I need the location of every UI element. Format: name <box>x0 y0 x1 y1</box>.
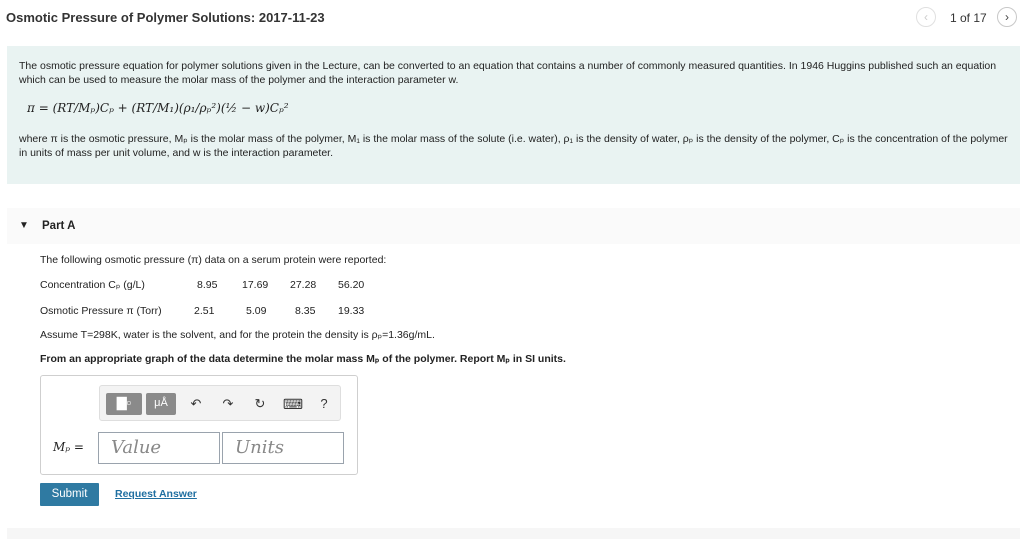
assignment-title: Osmotic Pressure of Polymer Solutions: 2… <box>6 10 325 25</box>
data-intro: The following osmotic pressure (π) data … <box>40 254 387 266</box>
undo-icon[interactable]: ↶ <box>186 394 206 414</box>
reset-icon[interactable]: ↻ <box>250 394 270 414</box>
math-toolbar: ▇▫ μÅ ↶ ↷ ↻ ⌨ ? <box>99 385 341 421</box>
row-label: Osmotic Pressure π (Torr) <box>40 305 162 317</box>
submit-button[interactable]: Submit <box>40 483 99 506</box>
units-input[interactable]: Units <box>222 432 344 464</box>
header-bar: Osmotic Pressure of Polymer Solutions: 2… <box>0 0 1024 36</box>
previous-icon[interactable]: ‹ <box>916 7 936 27</box>
templates-icon[interactable]: ▇▫ <box>106 393 142 415</box>
table-cell: 17.69 <box>242 279 269 291</box>
redo-icon[interactable]: ↷ <box>218 394 238 414</box>
page-counter: 1 of 17 <box>950 11 987 25</box>
table-cell: 5.09 <box>246 305 267 317</box>
table-cell: 19.33 <box>338 305 365 317</box>
question-text: From an appropriate graph of the data de… <box>40 353 566 365</box>
table-cell: 27.28 <box>290 279 317 291</box>
keyboard-icon[interactable]: ⌨ <box>282 394 304 414</box>
part-a-header[interactable]: ▼ Part A <box>7 208 1020 244</box>
intro-panel: The osmotic pressure equation for polyme… <box>7 46 1020 184</box>
collapse-caret-icon[interactable]: ▼ <box>19 220 29 231</box>
help-icon[interactable]: ? <box>314 394 334 414</box>
value-input[interactable]: Value <box>98 432 220 464</box>
table-cell: 56.20 <box>338 279 365 291</box>
request-answer-link[interactable]: Request Answer <box>115 488 197 500</box>
variable-definitions: where π is the osmotic pressure, Mₚ is t… <box>19 133 1008 159</box>
part-title: Part A <box>42 220 76 232</box>
answer-box: ▇▫ μÅ ↶ ↷ ↻ ⌨ ? Mₚ = Value Units <box>40 375 358 475</box>
huggins-equation: π = (RT/Mₚ)Cₚ + (RT/M₁)(ρ₁/ρₚ²)(½ − w)Cₚ… <box>27 101 289 115</box>
mp-label: Mₚ = <box>53 440 84 454</box>
table-cell: 8.95 <box>197 279 218 291</box>
row-label: Concentration Cₚ (g/L) <box>40 279 145 291</box>
table-cell: 8.35 <box>295 305 316 317</box>
assumption-text: Assume T=298K, water is the solvent, and… <box>40 329 435 341</box>
intro-paragraph: The osmotic pressure equation for polyme… <box>19 60 997 86</box>
next-icon[interactable]: › <box>997 7 1017 27</box>
next-part-strip <box>7 528 1020 539</box>
units-icon[interactable]: μÅ <box>146 393 176 415</box>
table-cell: 2.51 <box>194 305 215 317</box>
